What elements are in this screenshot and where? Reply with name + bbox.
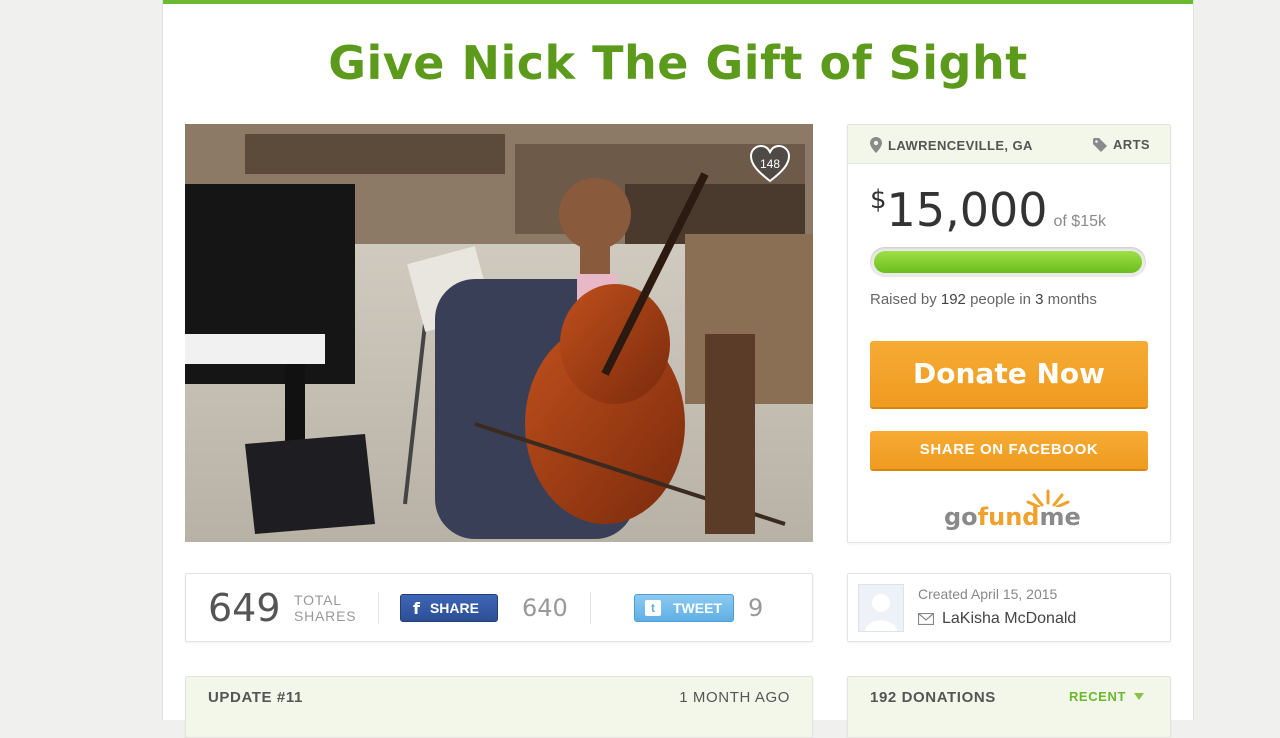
logo-go: go [944, 503, 978, 531]
logo-fund: fund [977, 503, 1040, 531]
progress-fill [874, 251, 1142, 273]
donations-header: 192 DONATIONS RECENT [847, 676, 1171, 738]
location[interactable]: LAWRENCEVILLE, GA [870, 137, 1033, 153]
category[interactable]: ARTS [1093, 137, 1150, 152]
update-label: UPDATE #11 [208, 689, 303, 706]
donations-count-label: 192 DONATIONS [870, 689, 996, 706]
campaign-title: Give Nick The Gift of Sight [328, 36, 1028, 90]
months-text: months [1047, 291, 1097, 308]
map-pin-icon [870, 137, 882, 153]
like-count: 148 [759, 157, 781, 171]
people-count: 192 [940, 291, 966, 308]
sort-label: RECENT [1068, 689, 1126, 704]
raised-amount: 15,000 [886, 183, 1048, 237]
default-avatar-icon [859, 585, 903, 631]
sort-recent-dropdown[interactable]: RECENT [1069, 689, 1144, 704]
location-label: LAWRENCEVILLE, GA [888, 137, 1033, 153]
total-shares-label: TOTAL SHARES [294, 592, 356, 624]
tag-icon [1093, 137, 1107, 152]
top-accent-bar [163, 0, 1193, 4]
facebook-share-label: SHARE [429, 600, 479, 616]
months-count: 3 [1035, 291, 1044, 308]
divider [378, 592, 379, 624]
avatar[interactable] [858, 584, 904, 632]
goal-amount: of $15k [1053, 213, 1106, 230]
tweet-button[interactable]: t TWEET [634, 594, 734, 622]
divider [590, 592, 591, 624]
facebook-icon: f [413, 598, 420, 618]
people-in-text: people in [970, 291, 1031, 308]
currency-symbol: $ [870, 185, 887, 215]
logo-me: me [1039, 503, 1081, 531]
facebook-share-count: 640 [522, 594, 568, 622]
raised-by-text: Raised by [870, 291, 937, 308]
gofundme-logo: gofundme [944, 487, 1081, 531]
created-date: Created April 15, 2015 [918, 586, 1058, 602]
shares-label: SHARES [294, 608, 357, 624]
update-time: 1 MONTH AGO [679, 689, 790, 706]
tweet-count: 9 [748, 594, 764, 622]
share-on-facebook-button[interactable]: SHARE ON FACEBOOK [870, 431, 1148, 469]
shares-card: 649 TOTAL SHARES f SHARE 640 t TWEET 9 [185, 573, 813, 642]
raised-summary: Raised by 192 people in 3 months [870, 291, 1097, 308]
chevron-down-icon [1134, 693, 1144, 700]
total-shares-count: 649 [208, 586, 281, 630]
campaign-photo[interactable] [185, 124, 813, 542]
organizer[interactable]: LaKisha McDonald [918, 610, 1076, 628]
organizer-name: LaKisha McDonald [942, 610, 1077, 627]
update-header[interactable]: UPDATE #11 1 MONTH AGO [185, 676, 813, 738]
amount-raised: $ 15,000 of $15k [870, 185, 1106, 239]
tweet-label: TWEET [673, 600, 722, 616]
progress-bar [870, 247, 1146, 277]
cellist-photo [185, 124, 813, 542]
campaign-page: Give Nick The Gift of Sight 148 LAWRENCE… [162, 0, 1194, 738]
organizer-card: Created April 15, 2015 LaKisha McDonald [847, 573, 1171, 642]
total-label: TOTAL [294, 592, 342, 608]
facebook-share-button[interactable]: f SHARE [400, 594, 498, 622]
twitter-icon: t [645, 600, 661, 616]
campaign-meta-bar: LAWRENCEVILLE, GA ARTS [848, 125, 1170, 164]
envelope-icon [918, 613, 934, 625]
donation-card: LAWRENCEVILLE, GA ARTS $ 15,000 of $15k … [847, 124, 1171, 543]
donate-now-button[interactable]: Donate Now [870, 341, 1148, 407]
gofundme-wordmark: gofundme [944, 503, 1081, 531]
category-label: ARTS [1113, 137, 1150, 152]
